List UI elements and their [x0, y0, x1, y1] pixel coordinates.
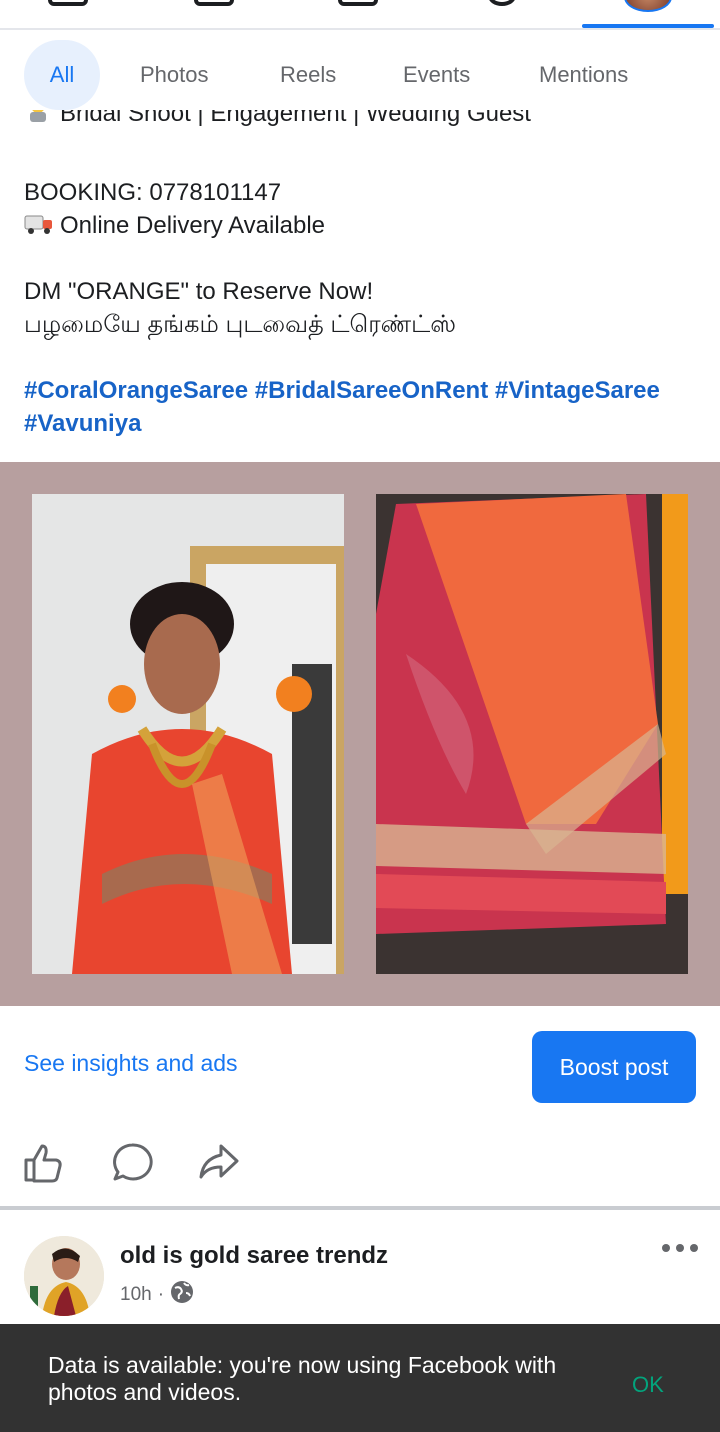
comment-icon[interactable] [110, 1140, 154, 1184]
page-name[interactable]: old is gold saree trendz [120, 1242, 388, 1270]
data-snackbar: Data is available: you're now using Face… [0, 1324, 720, 1432]
filter-tabs: All Photos Reels Events Mentions [0, 30, 720, 120]
cut-text-line: Bridal Shoot | Engagement | Wedding Gues… [24, 110, 704, 143]
boost-post-button[interactable]: Boost post [532, 1031, 696, 1103]
active-tab-indicator [582, 24, 714, 28]
snackbar-ok-button[interactable]: OK [632, 1372, 664, 1398]
home-icon[interactable] [48, 0, 88, 6]
messages-icon[interactable] [338, 0, 378, 6]
tab-photos[interactable]: Photos [140, 40, 209, 110]
delivery-line: Online Delivery Available [24, 209, 704, 242]
top-navigation [0, 0, 720, 30]
like-icon[interactable] [22, 1140, 66, 1184]
globe-icon [170, 1280, 194, 1310]
share-icon[interactable] [197, 1140, 241, 1184]
post-body: Bridal Shoot | Engagement | Wedding Gues… [24, 110, 704, 440]
post-meta: 10h · [120, 1280, 194, 1310]
dm-line: DM "ORANGE" to Reserve Now! [24, 278, 374, 305]
tab-all[interactable]: All [24, 40, 100, 110]
tamil-line: பழமையே தங்கம் புடவைத் ட்ரெண்ட்ஸ் [24, 311, 457, 338]
see-insights-link[interactable]: See insights and ads [24, 1050, 238, 1077]
bride-emoji-icon [24, 110, 52, 122]
tab-events[interactable]: Events [403, 40, 470, 110]
notifications-icon[interactable] [488, 0, 516, 6]
tab-reels[interactable]: Reels [280, 40, 336, 110]
profile-avatar[interactable] [624, 0, 672, 12]
more-icon[interactable] [660, 1236, 700, 1260]
post-time: 10h [120, 1284, 152, 1305]
saree-photo[interactable] [376, 494, 688, 974]
post-divider [0, 1206, 720, 1210]
hashtags-line[interactable]: #CoralOrangeSaree #BridalSareeOnRent #Vi… [24, 374, 704, 407]
snackbar-message: Data is available: you're now using Face… [48, 1352, 557, 1405]
model-photo[interactable] [32, 494, 344, 974]
post-media[interactable] [0, 462, 720, 1006]
hashtag-vavuniya[interactable]: #Vavuniya [24, 407, 704, 440]
tab-mentions[interactable]: Mentions [539, 40, 628, 110]
post-actions [0, 1140, 720, 1188]
page-avatar[interactable] [24, 1236, 104, 1316]
booking-line: BOOKING: 0778101147 [24, 179, 282, 206]
meta-separator: · [157, 1284, 165, 1305]
delivery-truck-icon [24, 212, 52, 236]
friends-icon[interactable] [194, 0, 234, 6]
